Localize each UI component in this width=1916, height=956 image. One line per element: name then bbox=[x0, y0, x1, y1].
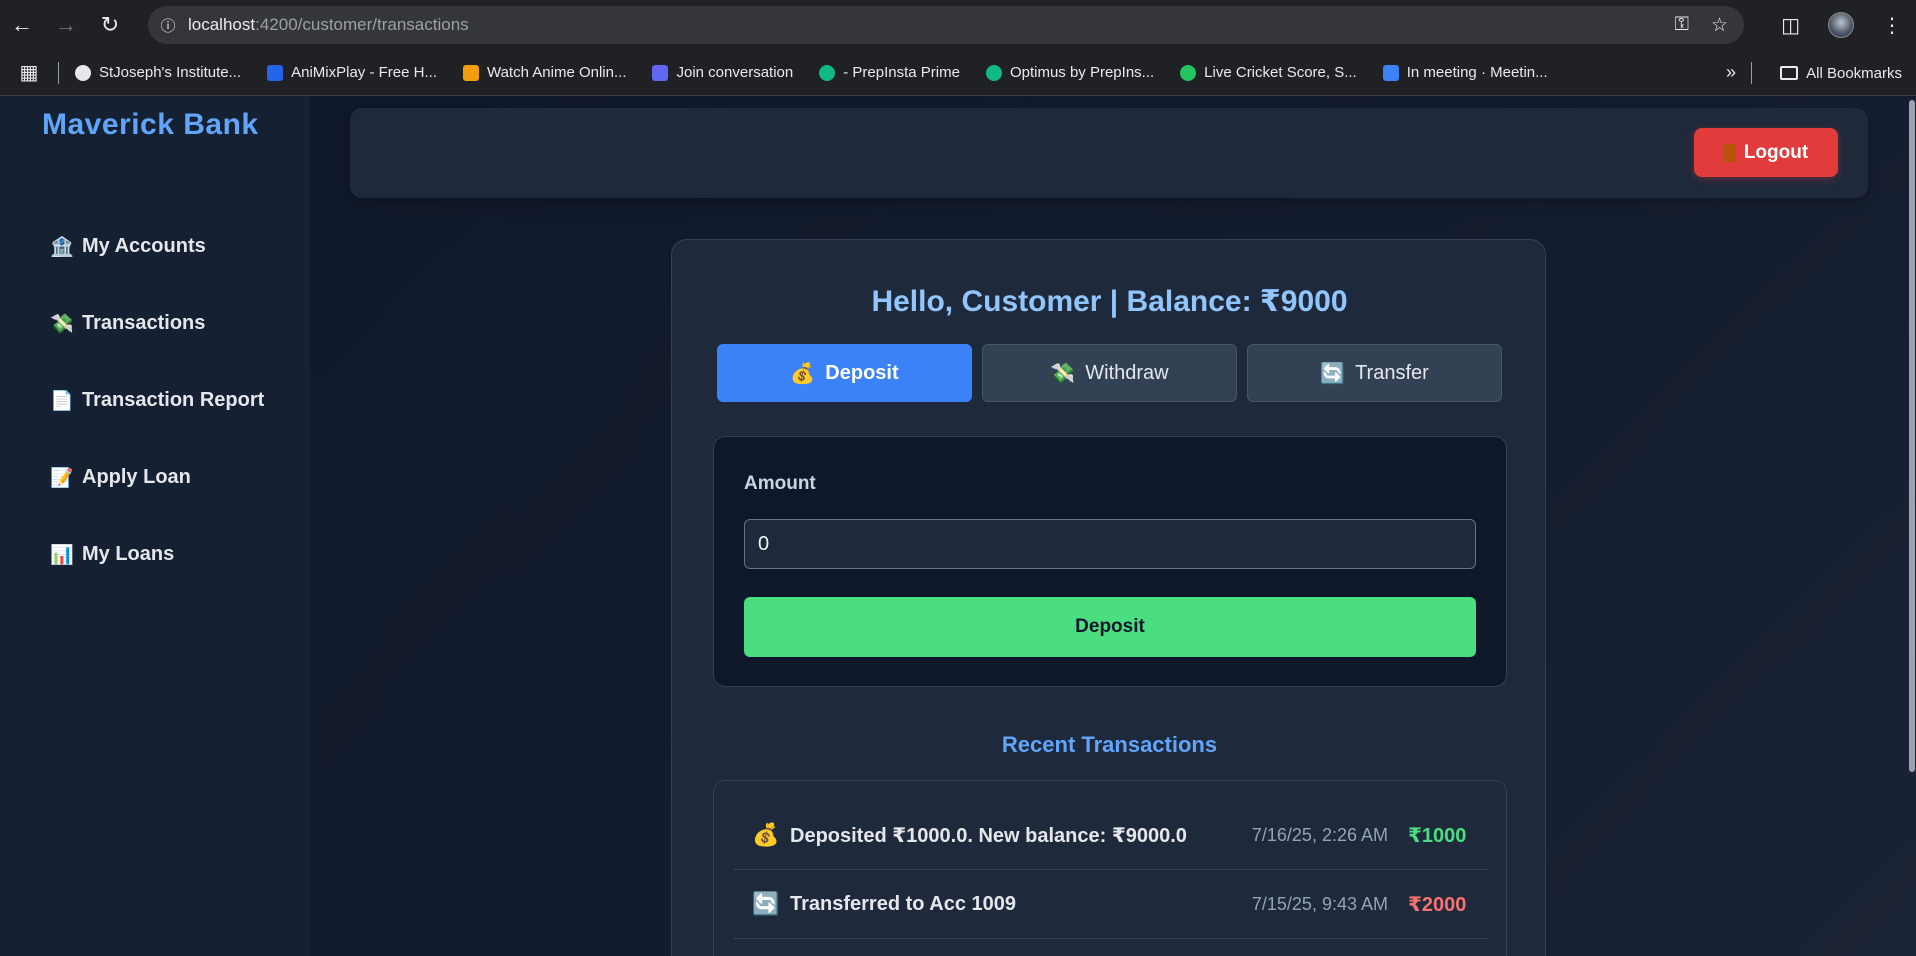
bookmark-item[interactable]: Optimus by PrepIns... bbox=[985, 64, 1154, 81]
sidebar: Maverick Bank 🏦 My Accounts 💸 Transactio… bbox=[0, 96, 310, 956]
money-bag-icon: 💰 bbox=[752, 822, 780, 847]
bookmark-item[interactable]: Watch Anime Onlin... bbox=[462, 64, 626, 81]
deposit-submit-button[interactable]: Deposit bbox=[744, 597, 1476, 657]
favicon-icon bbox=[652, 64, 669, 81]
url-text[interactable]: localhost:4200/customer/transactions bbox=[188, 15, 469, 35]
favicon-icon bbox=[819, 64, 836, 81]
tab-transfer[interactable]: 🔄 Transfer bbox=[1247, 344, 1502, 402]
sidebar-item-label: Transaction Report bbox=[82, 389, 265, 411]
back-arrow-icon[interactable]: ← bbox=[0, 0, 44, 50]
scrollbar-thumb[interactable] bbox=[1909, 100, 1915, 772]
sidebar-item-transaction-report[interactable]: 📄 Transaction Report bbox=[50, 362, 264, 439]
extensions-icon[interactable]: ◫ bbox=[1781, 13, 1800, 38]
brand-logo[interactable]: Maverick Bank bbox=[42, 108, 259, 142]
browser-menu-icon[interactable]: ⋮ bbox=[1882, 13, 1902, 38]
folder-icon bbox=[1780, 66, 1799, 80]
bookmark-star-icon[interactable]: ☆ bbox=[1711, 14, 1728, 37]
transfer-arrows-icon: 🔄 bbox=[1320, 362, 1346, 385]
tab-label: Withdraw bbox=[1085, 361, 1169, 384]
all-bookmarks-button[interactable]: All Bookmarks bbox=[1780, 50, 1902, 96]
bookmarks-divider bbox=[1751, 62, 1752, 84]
money-wings-icon: 💸 bbox=[50, 313, 74, 335]
tab-withdraw[interactable]: 💸 Withdraw bbox=[982, 344, 1237, 402]
transaction-amount: ₹2000 bbox=[1408, 893, 1467, 916]
bookmark-item[interactable]: AniMixPlay - Free H... bbox=[267, 64, 437, 81]
money-wings-icon: 💸 bbox=[1050, 362, 1076, 385]
amount-input[interactable] bbox=[744, 519, 1476, 569]
address-bar[interactable]: ⓘ localhost:4200/customer/transactions ⚿… bbox=[148, 6, 1744, 44]
reload-icon[interactable]: ↻ bbox=[88, 0, 132, 50]
top-bar: Logout bbox=[350, 108, 1868, 198]
list-item: 🔄 Transferred to Acc 1009 7/15/25, 9:43 … bbox=[734, 870, 1488, 939]
password-key-icon[interactable]: ⚿ bbox=[1674, 14, 1688, 36]
favicon-icon bbox=[267, 64, 284, 81]
app-root: Maverick Bank 🏦 My Accounts 💸 Transactio… bbox=[0, 96, 1916, 956]
logout-button[interactable]: Logout bbox=[1694, 128, 1838, 177]
list-item: 💰 Deposited ₹1000.0. New balance: ₹9000.… bbox=[734, 801, 1488, 870]
recent-transactions-list: 💰 Deposited ₹1000.0. New balance: ₹9000.… bbox=[713, 780, 1507, 956]
transaction-amount: ₹1000 bbox=[1408, 824, 1467, 847]
document-icon: 📄 bbox=[50, 390, 74, 412]
sidebar-nav: 🏦 My Accounts 💸 Transactions 📄 Transacti… bbox=[50, 208, 264, 593]
favicon-icon bbox=[462, 64, 479, 81]
profile-avatar[interactable] bbox=[1828, 12, 1854, 38]
bookmark-item[interactable]: Join conversation bbox=[652, 64, 793, 81]
bank-icon: 🏦 bbox=[50, 236, 74, 258]
bookmark-item[interactable]: In meeting · Meetin... bbox=[1382, 64, 1548, 81]
apps-grid-icon[interactable]: ▦ bbox=[0, 60, 58, 85]
sidebar-item-apply-loan[interactable]: 📝 Apply Loan bbox=[50, 439, 264, 516]
transaction-description: Deposited ₹1000.0. New balance: ₹9000.0 bbox=[790, 824, 1187, 847]
favicon-icon bbox=[1382, 64, 1399, 81]
transaction-type-tabs: 💰 Deposit 💸 Withdraw 🔄 Transfer bbox=[717, 344, 1502, 402]
money-bag-icon: 💰 bbox=[790, 362, 816, 385]
tab-label: Transfer bbox=[1355, 361, 1429, 384]
bar-chart-icon: 📊 bbox=[50, 544, 74, 566]
sidebar-item-label: Apply Loan bbox=[82, 466, 191, 488]
sidebar-item-my-loans[interactable]: 📊 My Loans bbox=[50, 516, 264, 593]
browser-toolbar: ← → ↻ ⓘ localhost:4200/customer/transact… bbox=[0, 0, 1916, 50]
greeting-balance: Hello, Customer | Balance: ₹9000 bbox=[871, 285, 1348, 318]
more-bookmarks-chevron-icon[interactable]: » bbox=[1726, 62, 1736, 83]
page-scrollbar[interactable] bbox=[1908, 96, 1916, 776]
transfer-arrows-icon: 🔄 bbox=[752, 891, 780, 916]
transaction-description: Transferred to Acc 1009 bbox=[790, 892, 1017, 915]
transactions-card: Hello, Customer | Balance: ₹9000 💰 Depos… bbox=[671, 239, 1546, 956]
forward-arrow-icon[interactable]: → bbox=[44, 0, 88, 50]
site-info-icon[interactable]: ⓘ bbox=[148, 15, 188, 36]
bookmark-item[interactable]: StJoseph's Institute... bbox=[75, 64, 241, 81]
favicon-icon bbox=[75, 64, 91, 81]
deposit-form: Amount Deposit bbox=[713, 436, 1507, 687]
sidebar-item-my-accounts[interactable]: 🏦 My Accounts bbox=[50, 208, 264, 285]
sidebar-item-label: My Loans bbox=[82, 543, 175, 565]
favicon-icon bbox=[1180, 64, 1197, 81]
tab-label: Deposit bbox=[825, 361, 899, 384]
logout-label: Logout bbox=[1743, 141, 1809, 163]
tab-deposit[interactable]: 💰 Deposit bbox=[717, 344, 972, 402]
bookmark-item[interactable]: - PrepInsta Prime bbox=[819, 64, 960, 81]
door-icon bbox=[1723, 143, 1736, 162]
favicon-icon bbox=[985, 64, 1002, 81]
sidebar-item-label: Transactions bbox=[82, 312, 206, 334]
recent-transactions-title: Recent Transactions bbox=[1001, 732, 1218, 757]
amount-label: Amount bbox=[744, 473, 816, 494]
bookmarks-bar: ▦ StJoseph's Institute... AniMixPlay - F… bbox=[0, 50, 1916, 96]
sidebar-item-transactions[interactable]: 💸 Transactions bbox=[50, 285, 264, 362]
bookmarks-divider bbox=[58, 61, 59, 84]
transaction-date: 7/15/25, 9:43 AM bbox=[1251, 893, 1388, 914]
memo-icon: 📝 bbox=[50, 467, 74, 489]
transaction-date: 7/16/25, 2:26 AM bbox=[1251, 824, 1388, 845]
bookmark-item[interactable]: Live Cricket Score, S... bbox=[1180, 64, 1357, 81]
sidebar-item-label: My Accounts bbox=[82, 235, 206, 257]
